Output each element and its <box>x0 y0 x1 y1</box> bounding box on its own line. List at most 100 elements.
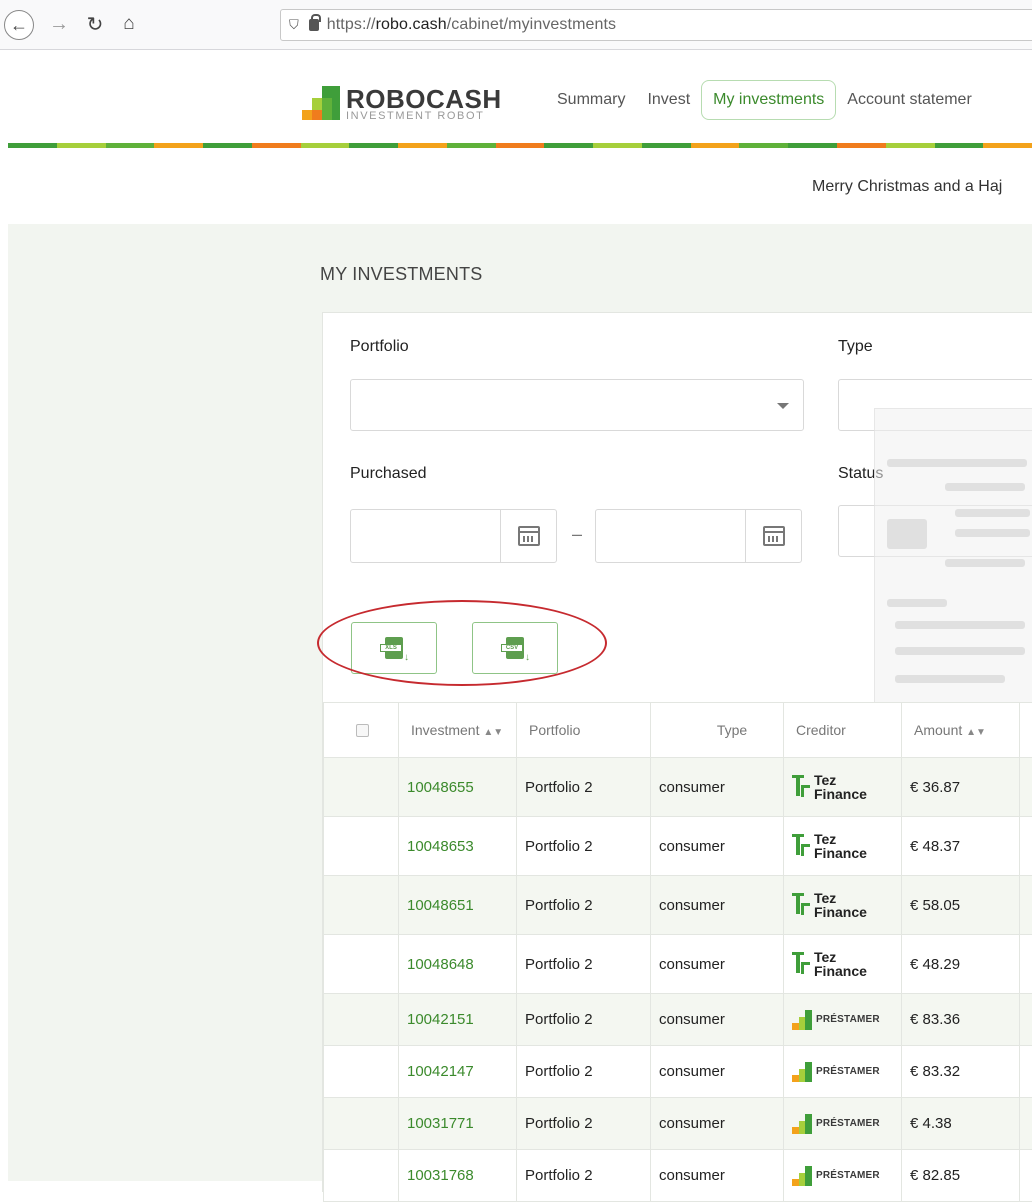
promo-banner: Merry Christmas and a Haj <box>812 178 1002 196</box>
robocash-logo[interactable]: ROBOCASH INVESTMENT ROBOT <box>302 86 502 122</box>
purchased-to-input[interactable] <box>595 509 802 563</box>
type-cell: consumer <box>651 876 784 935</box>
row-select-cell[interactable] <box>324 935 399 994</box>
tez-finance-logo: TezFinance <box>792 773 901 801</box>
portfolio-select[interactable] <box>350 379 804 431</box>
header-extra <box>1020 703 1032 758</box>
investment-id-link[interactable]: 10042147 <box>399 1046 517 1098</box>
purchased-label: Purchased <box>350 465 427 483</box>
creditor-cell: PRÉSTAMER <box>784 994 902 1046</box>
extra-cell <box>1020 1046 1032 1098</box>
select-all-cell <box>324 703 399 758</box>
investment-id-link[interactable]: 10048648 <box>399 935 517 994</box>
investment-id-link[interactable]: 10048655 <box>399 758 517 817</box>
date-separator: – <box>572 524 582 545</box>
chevron-down-icon <box>777 403 789 409</box>
extra-cell <box>1020 994 1032 1046</box>
url-text[interactable]: https://robo.cash/cabinet/myinvestments <box>327 16 616 34</box>
portfolio-cell: Portfolio 2 <box>517 758 651 817</box>
lock-icon[interactable] <box>309 19 319 31</box>
investment-id-link[interactable]: 10031771 <box>399 1098 517 1150</box>
calendar-button[interactable] <box>500 510 556 562</box>
main-nav: Summary Invest My investments Account st… <box>546 80 983 120</box>
nav-my-investments[interactable]: My investments <box>701 80 836 120</box>
creditor-name: PRÉSTAMER <box>816 1118 880 1129</box>
logo-mark-icon <box>302 86 342 122</box>
table-row: 10031768 Portfolio 2 consumer PRÉSTAMER … <box>324 1150 1032 1202</box>
header-investment[interactable]: Investment ▲▼ <box>399 703 517 758</box>
prestamer-logo: PRÉSTAMER <box>792 1114 901 1134</box>
type-cell: consumer <box>651 1046 784 1098</box>
prestamer-logo: PRÉSTAMER <box>792 1166 901 1186</box>
faded-popup <box>874 408 1032 720</box>
table-row: 10031771 Portfolio 2 consumer PRÉSTAMER … <box>324 1098 1032 1150</box>
prestamer-icon <box>792 1166 812 1186</box>
purchased-from-input[interactable] <box>350 509 557 563</box>
portfolio-cell: Portfolio 2 <box>517 1150 651 1202</box>
reload-icon[interactable]: ↻ <box>80 9 110 39</box>
header-portfolio: Portfolio <box>517 703 651 758</box>
calendar-icon <box>763 526 785 546</box>
prestamer-logo: PRÉSTAMER <box>792 1010 901 1030</box>
forward-arrow-icon[interactable]: → <box>44 9 74 39</box>
extra-cell <box>1020 1150 1032 1202</box>
row-select-cell[interactable] <box>324 1098 399 1150</box>
tez-finance-icon <box>792 893 810 917</box>
row-select-cell[interactable] <box>324 994 399 1046</box>
creditor-name: TezFinance <box>814 773 867 801</box>
investment-id-link[interactable]: 10048651 <box>399 876 517 935</box>
table-row: 10048648 Portfolio 2 consumer TezFinance… <box>324 935 1032 994</box>
portfolio-cell: Portfolio 2 <box>517 994 651 1046</box>
amount-cell: € 48.37 <box>902 817 1020 876</box>
table-row: 10048651 Portfolio 2 consumer TezFinance… <box>324 876 1032 935</box>
creditor-name: PRÉSTAMER <box>816 1014 880 1025</box>
prestamer-icon <box>792 1114 812 1134</box>
header-color-stripe <box>8 143 1032 148</box>
amount-cell: € 36.87 <box>902 758 1020 817</box>
nav-invest[interactable]: Invest <box>636 80 701 120</box>
back-arrow-icon[interactable]: ← <box>4 10 34 40</box>
creditor-cell: TezFinance <box>784 817 902 876</box>
shield-icon[interactable]: ⛉ <box>289 17 299 33</box>
header-type: Type <box>651 703 784 758</box>
amount-cell: € 48.29 <box>902 935 1020 994</box>
address-bar[interactable]: ⛉ https://robo.cash/cabinet/myinvestment… <box>280 9 1032 41</box>
prestamer-logo: PRÉSTAMER <box>792 1062 901 1082</box>
portfolio-cell: Portfolio 2 <box>517 1098 651 1150</box>
amount-cell: € 83.36 <box>902 994 1020 1046</box>
investment-id-link[interactable]: 10048653 <box>399 817 517 876</box>
creditor-cell: TezFinance <box>784 876 902 935</box>
row-select-cell[interactable] <box>324 1046 399 1098</box>
creditor-name: PRÉSTAMER <box>816 1170 880 1181</box>
amount-cell: € 83.32 <box>902 1046 1020 1098</box>
sort-icon: ▲▼ <box>966 727 986 738</box>
browser-toolbar: ← → ↻ ⌂ ⛉ https://robo.cash/cabinet/myin… <box>0 0 1032 50</box>
row-select-cell[interactable] <box>324 1150 399 1202</box>
row-select-cell[interactable] <box>324 758 399 817</box>
nav-summary[interactable]: Summary <box>546 80 636 120</box>
prestamer-icon <box>792 1010 812 1030</box>
brand-tagline: INVESTMENT ROBOT <box>346 110 484 122</box>
table-row: 10048653 Portfolio 2 consumer TezFinance… <box>324 817 1032 876</box>
tez-finance-logo: TezFinance <box>792 891 901 919</box>
portfolio-cell: Portfolio 2 <box>517 876 651 935</box>
nav-account-statement[interactable]: Account statemer <box>836 80 983 120</box>
investment-id-link[interactable]: 10031768 <box>399 1150 517 1202</box>
prestamer-icon <box>792 1062 812 1082</box>
sort-icon: ▲▼ <box>483 727 503 738</box>
creditor-name: PRÉSTAMER <box>816 1066 880 1077</box>
home-icon[interactable]: ⌂ <box>114 9 144 39</box>
row-select-cell[interactable] <box>324 876 399 935</box>
portfolio-cell: Portfolio 2 <box>517 1046 651 1098</box>
creditor-cell: PRÉSTAMER <box>784 1098 902 1150</box>
page-title: MY INVESTMENTS <box>320 264 483 285</box>
row-select-cell[interactable] <box>324 817 399 876</box>
type-cell: consumer <box>651 994 784 1046</box>
extra-cell <box>1020 1098 1032 1150</box>
investment-id-link[interactable]: 10042151 <box>399 994 517 1046</box>
header-amount[interactable]: Amount ▲▼ <box>902 703 1020 758</box>
select-all-checkbox[interactable] <box>356 724 369 737</box>
creditor-name: TezFinance <box>814 950 867 978</box>
table-row: 10042151 Portfolio 2 consumer PRÉSTAMER … <box>324 994 1032 1046</box>
calendar-button[interactable] <box>745 510 801 562</box>
